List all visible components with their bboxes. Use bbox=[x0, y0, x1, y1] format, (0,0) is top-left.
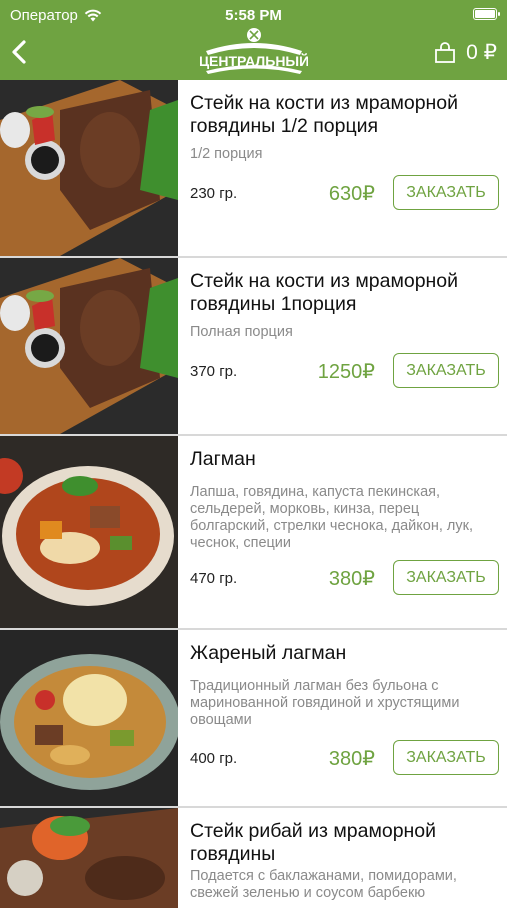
cart-total: 0 ₽ bbox=[466, 41, 497, 64]
order-button[interactable]: ЗАКАЗАТЬ bbox=[393, 353, 499, 388]
logo-text: ЦЕНТРАЛЬНЫЙ bbox=[200, 52, 308, 69]
brand-logo: ЦЕНТРАЛЬНЫЙ bbox=[200, 28, 308, 74]
order-button[interactable]: ЗАКАЗАТЬ bbox=[393, 560, 499, 595]
shopping-bag-icon bbox=[435, 41, 456, 63]
item-price: 630₽ bbox=[328, 183, 375, 205]
app-header: Оператор 5:58 PM ЦЕНТРАЛЬНЫЙ 0 ₽ bbox=[0, 0, 507, 80]
item-weight: 370 гр. bbox=[190, 363, 238, 380]
menu-item[interactable]: Стейк на кости из мраморной говядины 1/2… bbox=[0, 80, 507, 258]
menu-list: Стейк на кости из мраморной говядины 1/2… bbox=[0, 80, 507, 908]
order-button[interactable]: ЗАКАЗАТЬ bbox=[393, 175, 499, 210]
item-description: 1/2 порция bbox=[190, 146, 263, 162]
status-bar: Оператор 5:58 PM bbox=[0, 0, 507, 30]
fried-lagman-photo bbox=[0, 630, 178, 806]
lagman-photo bbox=[0, 436, 178, 628]
item-name: Стейк на кости из мраморной говядины 1по… bbox=[190, 270, 459, 315]
cart-button[interactable]: 0 ₽ bbox=[434, 40, 497, 65]
order-button[interactable]: ЗАКАЗАТЬ bbox=[393, 740, 499, 775]
item-description: Лапша, говядина, капуста пекинская, сель… bbox=[190, 484, 473, 551]
back-arrow-icon[interactable] bbox=[6, 36, 34, 68]
item-price: 380₽ bbox=[328, 748, 375, 770]
menu-item[interactable]: Лагман Лапша, говядина, капуста пекинска… bbox=[0, 436, 507, 630]
item-price: 380₽ bbox=[328, 568, 375, 590]
item-name: Жареный лагман bbox=[190, 642, 347, 664]
item-name: Стейк рибай из мраморной говядины bbox=[190, 820, 437, 865]
battery-icon bbox=[473, 8, 500, 20]
steak-photo bbox=[0, 80, 178, 256]
menu-item[interactable]: Стейк на кости из мраморной говядины 1по… bbox=[0, 258, 507, 436]
menu-item[interactable]: Стейк рибай из мраморной говядины Подает… bbox=[0, 808, 507, 908]
item-weight: 400 гр. bbox=[190, 750, 238, 767]
item-name: Лагман bbox=[190, 448, 256, 470]
menu-item[interactable]: Жареный лагман Традиционный лагман без б… bbox=[0, 630, 507, 808]
item-description: Полная порция bbox=[190, 324, 293, 340]
item-weight: 230 гр. bbox=[190, 185, 238, 202]
item-description: Традиционный лагман без бульона с марино… bbox=[190, 678, 460, 728]
status-time: 5:58 PM bbox=[225, 7, 282, 24]
item-price: 1250₽ bbox=[317, 361, 375, 383]
item-weight: 470 гр. bbox=[190, 570, 238, 587]
item-name: Стейк на кости из мраморной говядины 1/2… bbox=[190, 92, 459, 137]
steak-photo bbox=[0, 258, 178, 434]
ribeye-photo bbox=[0, 808, 178, 908]
item-description: Подается с баклажанами, помидорами, свеж… bbox=[190, 868, 457, 901]
